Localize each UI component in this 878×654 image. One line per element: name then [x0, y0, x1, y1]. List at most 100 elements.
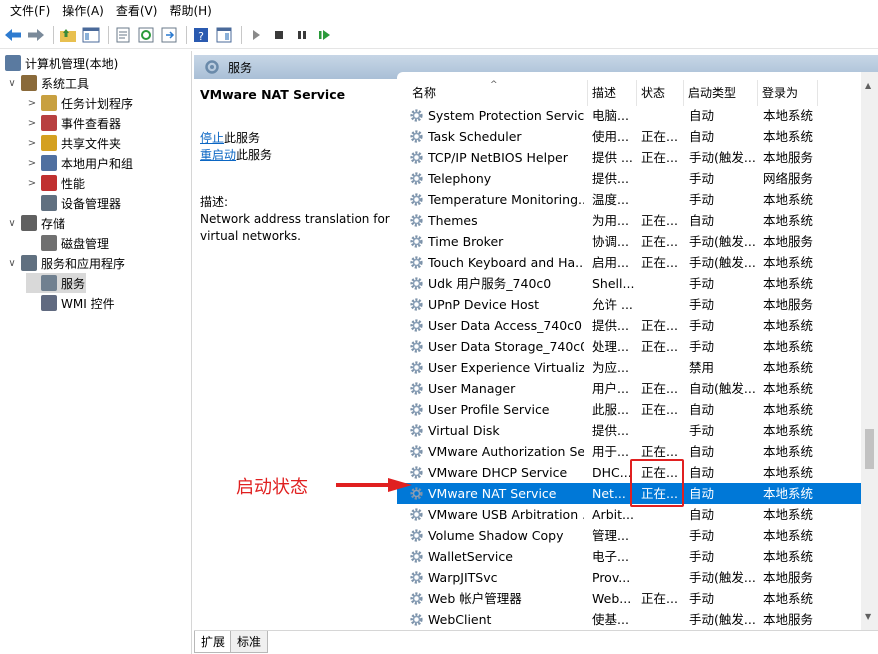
menu-view[interactable]: 查看(V)	[110, 0, 164, 22]
annotation-label: 启动状态	[236, 477, 308, 498]
table-row[interactable]: User Experience Virtualiz... 为应... 禁用 本地系统	[397, 357, 862, 378]
services-apps-icon	[21, 255, 37, 271]
tree-expander-icon[interactable]: >	[26, 158, 38, 169]
table-row[interactable]: Time Broker 协调... 正在... 手动(触发... 本地服务	[397, 231, 862, 252]
table-row[interactable]: WebClient 使基... 手动(触发... 本地服务	[397, 609, 862, 630]
tab-extended[interactable]: 扩展	[194, 631, 233, 653]
users-icon	[41, 155, 57, 171]
tree-node[interactable]: > 共享文件夹	[26, 133, 121, 153]
service-description: 启用...	[592, 255, 629, 270]
services-header-icon	[205, 60, 219, 74]
table-row[interactable]: Volume Shadow Copy 管理... 手动 本地系统	[397, 525, 862, 546]
table-row[interactable]: Themes 为用... 正在... 自动 本地系统	[397, 210, 862, 231]
service-description: 为用...	[592, 213, 629, 228]
service-logon: 网络服务	[763, 171, 814, 186]
up-folder-icon[interactable]	[58, 25, 78, 45]
column-name[interactable]: 名称	[408, 80, 588, 106]
tree-node-label: 服务和应用程序	[41, 256, 126, 271]
scrollbar-thumb[interactable]	[865, 429, 874, 469]
column-status[interactable]: 状态	[637, 80, 684, 106]
tree-root-label: 计算机管理(本地)	[25, 56, 119, 71]
refresh-icon[interactable]	[136, 25, 156, 45]
service-startup-type: 自动	[689, 444, 715, 459]
tree-node[interactable]: > 本地用户和组	[26, 153, 133, 173]
service-startup-type: 自动	[689, 402, 715, 417]
tree-expander-icon[interactable]: ∨	[6, 218, 18, 229]
restart-service-link[interactable]: 重启动	[200, 148, 236, 162]
tree-node[interactable]: 设备管理器	[26, 193, 121, 213]
service-logon: 本地系统	[763, 402, 814, 417]
tree-expander-icon[interactable]: >	[26, 138, 38, 149]
service-description: 使基...	[592, 612, 629, 627]
scroll-down-icon[interactable]: ▼	[865, 612, 871, 621]
tree-expander-icon[interactable]: >	[26, 98, 38, 109]
service-startup-type: 手动	[689, 171, 715, 186]
table-row[interactable]: TCP/IP NetBIOS Helper 提供 ... 正在... 手动(触发...…	[397, 147, 862, 168]
table-row[interactable]: User Data Access_740c0 提供... 正在... 手动 本地系统	[397, 315, 862, 336]
column-startup-type[interactable]: 启动类型	[684, 80, 758, 106]
column-description[interactable]: 描述	[588, 80, 637, 106]
table-row[interactable]: User Profile Service 此服... 正在... 自动 本地系统	[397, 399, 862, 420]
view-pane-icon[interactable]	[214, 25, 234, 45]
restart-service-icon[interactable]	[315, 25, 335, 45]
tree-expander-icon[interactable]: >	[26, 178, 38, 189]
table-row[interactable]: Web 帐户管理器 Web... 正在... 手动 本地系统	[397, 588, 862, 609]
table-row[interactable]: UPnP Device Host 允许 ... 手动 本地服务	[397, 294, 862, 315]
toolbar-separator	[108, 26, 109, 44]
forward-icon[interactable]	[26, 25, 46, 45]
table-row[interactable]: Udk 用户服务_740c0 Shell... 手动 本地系统	[397, 273, 862, 294]
menu-action[interactable]: 操作(A)	[56, 0, 110, 22]
table-row[interactable]: System Protection Service 电脑... 自动 本地系统	[397, 105, 862, 126]
menu-bar: 文件(F) 操作(A) 查看(V) 帮助(H)	[0, 0, 878, 22]
service-status: 正在...	[641, 213, 678, 228]
tree-node[interactable]: > 事件查看器	[26, 113, 121, 133]
tab-standard[interactable]: 标准	[230, 631, 269, 653]
service-description: DHC...	[592, 465, 632, 480]
help-icon[interactable]: ?	[191, 25, 211, 45]
service-status: 正在...	[641, 255, 678, 270]
table-row[interactable]: WarpJITSvc Prov... 手动(触发... 本地服务	[397, 567, 862, 588]
vertical-scrollbar[interactable]: ▲ ▼	[861, 72, 878, 630]
pause-service-icon[interactable]	[292, 25, 312, 45]
tree-expander-icon[interactable]: >	[26, 118, 38, 129]
service-logon: 本地系统	[763, 444, 814, 459]
back-icon[interactable]	[3, 25, 23, 45]
tree-root[interactable]: 计算机管理(本地)	[2, 53, 118, 73]
menu-file[interactable]: 文件(F)	[4, 0, 56, 22]
tree-node[interactable]: ∨ 系统工具	[6, 73, 89, 93]
tree-node[interactable]: > 性能	[26, 173, 85, 193]
table-row[interactable]: VMware USB Arbitration ... Arbit... 自动 本地系统	[397, 504, 862, 525]
scroll-up-icon[interactable]: ▲	[865, 81, 871, 90]
service-name: User Data Access_740c0	[428, 318, 583, 333]
table-row[interactable]: Temperature Monitoring... 温度... 手动 本地系统	[397, 189, 862, 210]
tree-node[interactable]: ∨ 存储	[6, 213, 65, 233]
tree-node[interactable]: ∨ 服务和应用程序	[6, 253, 125, 273]
table-row[interactable]: Task Scheduler 使用... 正在... 自动 本地系统	[397, 126, 862, 147]
tree-expander-icon[interactable]: ∨	[6, 258, 18, 269]
menu-help[interactable]: 帮助(H)	[163, 0, 217, 22]
service-gear-icon	[410, 235, 423, 248]
service-status: 正在...	[641, 591, 678, 606]
table-row[interactable]: Virtual Disk 提供... 手动 本地系统	[397, 420, 862, 441]
description-text: Network address translation for virtual …	[200, 212, 390, 243]
table-row[interactable]: User Manager 用户... 正在... 自动(触发... 本地系统	[397, 378, 862, 399]
export-list-icon[interactable]	[159, 25, 179, 45]
table-row[interactable]: User Data Storage_740c0 处理... 正在... 手动 本地系统	[397, 336, 862, 357]
start-service-icon[interactable]	[246, 25, 266, 45]
service-gear-icon	[410, 508, 423, 521]
show-hide-tree-icon[interactable]	[81, 25, 101, 45]
table-row[interactable]: WalletService 电子... 手动 本地系统	[397, 546, 862, 567]
tree-node[interactable]: 磁盘管理	[26, 233, 109, 253]
column-logon-as[interactable]: 登录为	[758, 80, 818, 106]
service-logon: 本地服务	[763, 297, 814, 312]
table-row[interactable]: Touch Keyboard and Ha... 启用... 正在... 手动(触发.…	[397, 252, 862, 273]
tree-node[interactable]: WMI 控件	[26, 293, 115, 313]
tree-node[interactable]: > 任务计划程序	[26, 93, 133, 113]
properties-icon[interactable]	[113, 25, 133, 45]
stop-service-link[interactable]: 停止	[200, 131, 224, 145]
stop-service-icon[interactable]	[269, 25, 289, 45]
table-row[interactable]: Telephony 提供... 手动 网络服务	[397, 168, 862, 189]
tree-node[interactable]: 服务	[26, 273, 86, 293]
clock-icon	[41, 95, 57, 111]
tree-expander-icon[interactable]: ∨	[6, 78, 18, 89]
